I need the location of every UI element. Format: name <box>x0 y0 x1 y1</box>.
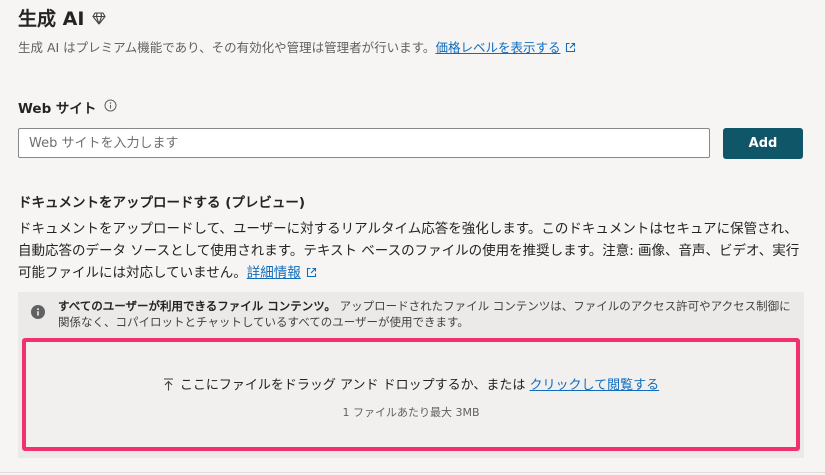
browse-files-link[interactable]: クリックして閲覧する <box>530 378 660 393</box>
premium-notice: 生成 AI はプレミアム機能であり、その有効化や管理は管理者が行います。価格レベ… <box>18 37 576 56</box>
info-icon[interactable] <box>104 99 117 116</box>
learn-more-link[interactable]: 詳細情報 <box>247 265 301 281</box>
premium-diamond-icon <box>92 8 106 30</box>
website-input[interactable] <box>18 128 710 158</box>
info-filled-icon <box>31 304 45 323</box>
external-link-icon <box>565 41 576 56</box>
upload-description-text: ドキュメントをアップロードして、ユーザーに対するリアルタイム応答を強化します。こ… <box>18 221 800 281</box>
external-link-icon <box>306 263 317 285</box>
file-dropzone[interactable]: ここにファイルをドラッグ アンド ドロップするか、または クリックして閲覧する … <box>22 338 800 451</box>
upload-documents-description: ドキュメントをアップロードして、ユーザーに対するリアルタイム応答を強化します。こ… <box>18 218 808 285</box>
pricing-link[interactable]: 価格レベルを表示する <box>435 40 560 55</box>
upload-documents-heading: ドキュメントをアップロードする (プレビュー) <box>18 195 306 211</box>
divider <box>0 472 825 473</box>
file-size-limit: 1 ファイルあたり最大 3MB <box>342 406 480 419</box>
notice-bold-text: すべてのユーザーが利用できるファイル コンテンツ。 <box>58 299 336 313</box>
page-title: 生成 AI <box>18 4 106 31</box>
dropzone-prompt: ここにファイルをドラッグ アンド ドロップするか、または クリックして閲覧する <box>26 374 796 395</box>
website-label: Web サイト <box>18 97 117 117</box>
add-website-button[interactable]: Add <box>723 128 803 159</box>
upload-arrow-icon <box>163 378 174 395</box>
subtitle-text: 生成 AI はプレミアム機能であり、その有効化や管理は管理者が行います。 <box>18 40 436 55</box>
website-label-text: Web サイト <box>18 101 97 117</box>
notice-message: すべてのユーザーが利用できるファイル コンテンツ。 アップロードされたファイル … <box>58 298 798 330</box>
dropzone-text: ここにファイルをドラッグ アンド ドロップするか、または <box>179 378 530 393</box>
page-title-text: 生成 AI <box>18 8 85 30</box>
